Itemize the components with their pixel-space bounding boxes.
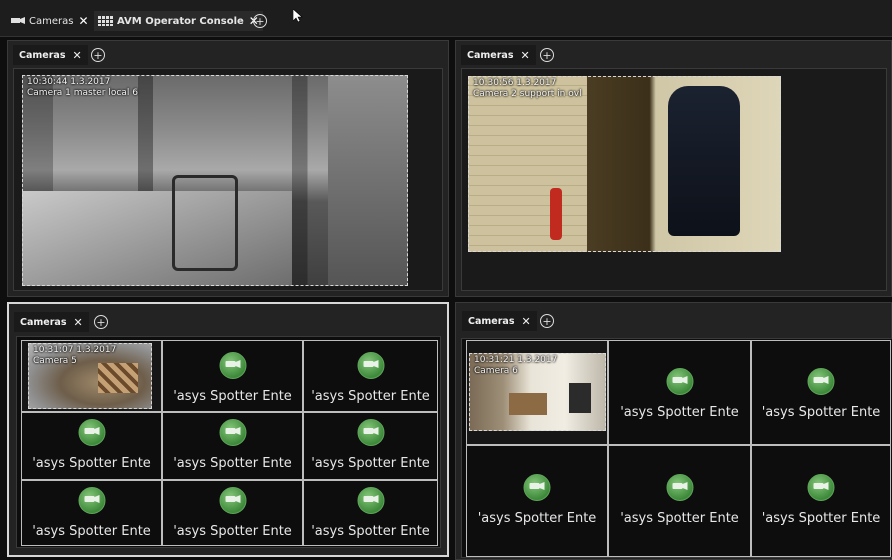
video-overlay: 10:31:07 1.3.2017 Camera 5 <box>33 345 116 367</box>
camera-cell-empty[interactable]: 'asys Spotter Ente <box>751 340 891 445</box>
pane-tab-label: Cameras <box>20 316 67 328</box>
camera-cell-empty[interactable]: 'asys Spotter Ente <box>21 412 162 480</box>
camera-cell-empty[interactable]: 'asys Spotter Ente <box>162 340 303 412</box>
camera-cell-empty[interactable]: 'asys Spotter Ente <box>162 412 303 480</box>
video-area: 10:30:44 1.3.2017 Camera 1 master local … <box>13 68 443 291</box>
add-pane-tab-button[interactable]: + <box>540 314 554 328</box>
camera-cell-empty[interactable]: 'asys Spotter Ente <box>303 412 438 480</box>
camera-placeholder-icon <box>807 474 835 501</box>
camera-pane-4[interactable]: Cameras ✕ + 10:31:21 1.3.2017 Camera 6 '… <box>455 302 892 560</box>
placeholder-label: 'asys Spotter Ente <box>173 524 292 539</box>
timestamp: 10:30:44 1.3.2017 <box>27 77 111 87</box>
tab-label: Cameras <box>29 15 74 27</box>
placeholder-label: 'asys Spotter Ente <box>32 524 151 539</box>
camera-placeholder-icon <box>807 368 835 395</box>
camera-feed-video[interactable]: 10:31:21 1.3.2017 Camera 6 <box>469 353 606 431</box>
placeholder-label: 'asys Spotter Ente <box>761 511 881 526</box>
placeholder-label: 'asys Spotter Ente <box>311 524 430 539</box>
camera-name: Camera 6 <box>474 366 518 376</box>
timestamp: 10:31:21 1.3.2017 <box>474 355 558 365</box>
close-icon[interactable]: ✕ <box>78 14 88 28</box>
placeholder-label: 'asys Spotter Ente <box>620 511 739 526</box>
close-icon[interactable]: ✕ <box>72 49 81 62</box>
camera-feed-video[interactable]: 10:30:56 1.3.2017 Camera 2 support in ov… <box>468 76 781 252</box>
camera-placeholder-icon <box>78 419 105 446</box>
pane-tab-cameras[interactable]: Cameras ✕ <box>14 312 89 332</box>
add-tab-button[interactable]: + <box>253 14 267 28</box>
timestamp: 10:31:07 1.3.2017 <box>33 345 117 355</box>
placeholder-label: 'asys Spotter Ente <box>173 389 292 404</box>
camera-icon <box>11 17 25 24</box>
main-tab-bar: Cameras ✕ AVM Operator Console ✕ + <box>0 0 892 37</box>
camera-name: Camera 1 master local 6 <box>27 88 138 98</box>
camera-placeholder-icon <box>523 474 551 501</box>
timestamp: 10:30:56 1.3.2017 <box>473 78 557 88</box>
add-pane-tab-button[interactable]: + <box>540 48 554 62</box>
camera-cell-empty[interactable]: 'asys Spotter Ente <box>162 480 303 546</box>
placeholder-label: 'asys Spotter Ente <box>761 405 881 420</box>
tab-label: AVM Operator Console <box>117 15 244 27</box>
camera-feed-video[interactable]: 10:30:44 1.3.2017 Camera 1 master local … <box>22 75 408 286</box>
camera-grid: 10:31:07 1.3.2017 Camera 5 'asys Spotter… <box>16 336 441 548</box>
mouse-cursor-icon <box>293 9 303 23</box>
close-icon[interactable]: ✕ <box>520 49 529 62</box>
add-pane-tab-button[interactable]: + <box>94 315 108 329</box>
placeholder-label: 'asys Spotter Ente <box>311 389 430 404</box>
camera-placeholder-icon <box>219 487 246 514</box>
pane-tab-cameras[interactable]: Cameras ✕ <box>13 45 88 65</box>
video-area: 10:30:56 1.3.2017 Camera 2 support in ov… <box>461 68 887 291</box>
camera-placeholder-icon <box>357 487 384 514</box>
pane-tab-label: Cameras <box>467 49 514 61</box>
camera-placeholder-icon <box>219 419 246 446</box>
close-icon[interactable]: ✕ <box>73 316 82 329</box>
pane-tab-cameras[interactable]: Cameras ✕ <box>462 311 537 331</box>
camera-placeholder-icon <box>78 487 105 514</box>
camera-placeholder-icon <box>357 352 384 379</box>
camera-cell-empty[interactable]: 'asys Spotter Ente <box>303 340 438 412</box>
camera-pane-3[interactable]: Cameras ✕ + 10:31:07 1.3.2017 Camera 5 '… <box>7 302 449 557</box>
pane-tab-label: Cameras <box>468 315 515 327</box>
camera-placeholder-icon <box>666 474 693 501</box>
camera-cell-empty[interactable]: 'asys Spotter Ente <box>608 445 751 557</box>
video-overlay: 10:30:44 1.3.2017 Camera 1 master local … <box>27 77 138 99</box>
tab-avm-operator-console[interactable]: AVM Operator Console ✕ <box>94 11 263 31</box>
camera-placeholder-icon <box>219 352 246 379</box>
camera-cell-empty[interactable]: 'asys Spotter Ente <box>608 340 751 445</box>
grid-icon <box>98 16 113 26</box>
video-overlay: 10:31:21 1.3.2017 Camera 6 <box>474 355 557 377</box>
camera-pane-2[interactable]: Cameras ✕ + 10:30:56 1.3.2017 Camera 2 s… <box>455 40 892 297</box>
camera-pane-1[interactable]: Cameras ✕ + 10:30:44 1.3.2017 Camera 1 m… <box>7 40 449 297</box>
camera-name: Camera 5 <box>33 356 77 366</box>
camera-cell-video[interactable]: 10:31:21 1.3.2017 Camera 6 <box>466 340 608 445</box>
tab-cameras[interactable]: Cameras ✕ <box>10 11 89 31</box>
camera-placeholder-icon <box>666 368 693 395</box>
camera-grid: 10:31:21 1.3.2017 Camera 6 'asys Spotter… <box>461 338 892 558</box>
camera-placeholder-icon <box>357 419 384 446</box>
placeholder-label: 'asys Spotter Ente <box>32 456 151 471</box>
camera-cell-empty[interactable]: 'asys Spotter Ente <box>303 480 438 546</box>
video-overlay: 10:30:56 1.3.2017 Camera 2 support in ov… <box>473 78 582 100</box>
camera-feed-video[interactable]: 10:31:07 1.3.2017 Camera 5 <box>28 343 152 409</box>
placeholder-label: 'asys Spotter Ente <box>311 456 430 471</box>
pane-tab-cameras[interactable]: Cameras ✕ <box>461 45 536 65</box>
add-pane-tab-button[interactable]: + <box>91 48 105 62</box>
camera-cell-empty[interactable]: 'asys Spotter Ente <box>751 445 891 557</box>
pane-tab-label: Cameras <box>19 49 66 61</box>
camera-cell-empty[interactable]: 'asys Spotter Ente <box>21 480 162 546</box>
camera-name: Camera 2 support in ovl <box>473 89 582 99</box>
camera-cell-video[interactable]: 10:31:07 1.3.2017 Camera 5 <box>21 340 162 412</box>
camera-cell-empty[interactable]: 'asys Spotter Ente <box>466 445 608 557</box>
placeholder-label: 'asys Spotter Ente <box>620 405 739 420</box>
placeholder-label: 'asys Spotter Ente <box>477 511 597 526</box>
placeholder-label: 'asys Spotter Ente <box>173 456 292 471</box>
close-icon[interactable]: ✕ <box>521 315 530 328</box>
